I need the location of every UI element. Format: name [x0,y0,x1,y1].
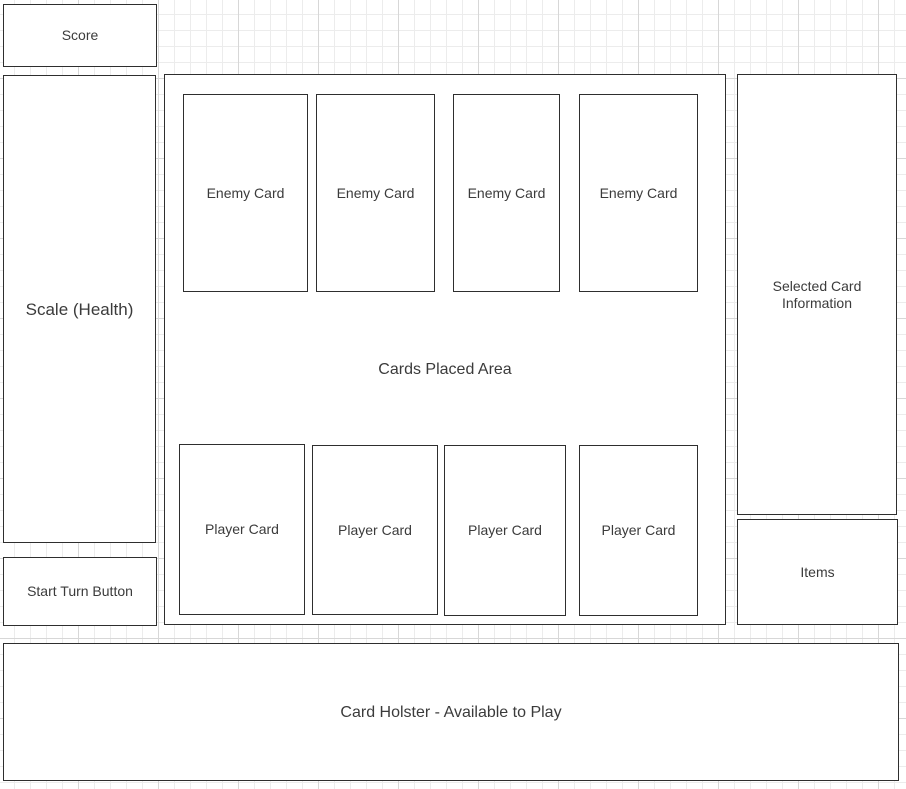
card-holster-label: Card Holster - Available to Play [340,703,562,721]
enemy-card[interactable]: Enemy Card [183,94,308,292]
enemy-card[interactable]: Enemy Card [316,94,435,292]
player-card-label: Player Card [468,522,542,538]
player-card[interactable]: Player Card [579,445,698,616]
card-holster[interactable]: Card Holster - Available to Play [3,643,899,781]
player-card[interactable]: Player Card [179,444,305,615]
start-turn-button-label: Start Turn Button [27,583,133,599]
player-card-label: Player Card [338,521,412,538]
start-turn-button[interactable]: Start Turn Button [3,557,157,626]
score-label: Score [61,27,99,43]
player-card[interactable]: Player Card [312,445,438,615]
enemy-card-label: Enemy Card [599,184,678,201]
enemy-card-label: Enemy Card [206,184,285,201]
items-panel[interactable]: Items [737,519,898,625]
enemy-card[interactable]: Enemy Card [453,94,560,292]
cards-placed-area-label: Cards Placed Area [378,361,512,378]
items-label: Items [800,563,835,580]
player-card-label: Player Card [205,521,279,537]
selected-card-info-panel: Selected Card Information [737,74,897,515]
player-card[interactable]: Player Card [444,445,566,616]
health-scale-box: Scale (Health) [3,75,156,543]
health-scale-label: Scale (Health) [25,299,134,319]
enemy-card-label: Enemy Card [336,184,415,201]
selected-card-info-label: Selected Card Information [772,277,862,311]
enemy-card-label: Enemy Card [467,184,546,201]
enemy-card[interactable]: Enemy Card [579,94,698,292]
player-card-label: Player Card [601,522,676,538]
score-box: Score [3,4,157,67]
